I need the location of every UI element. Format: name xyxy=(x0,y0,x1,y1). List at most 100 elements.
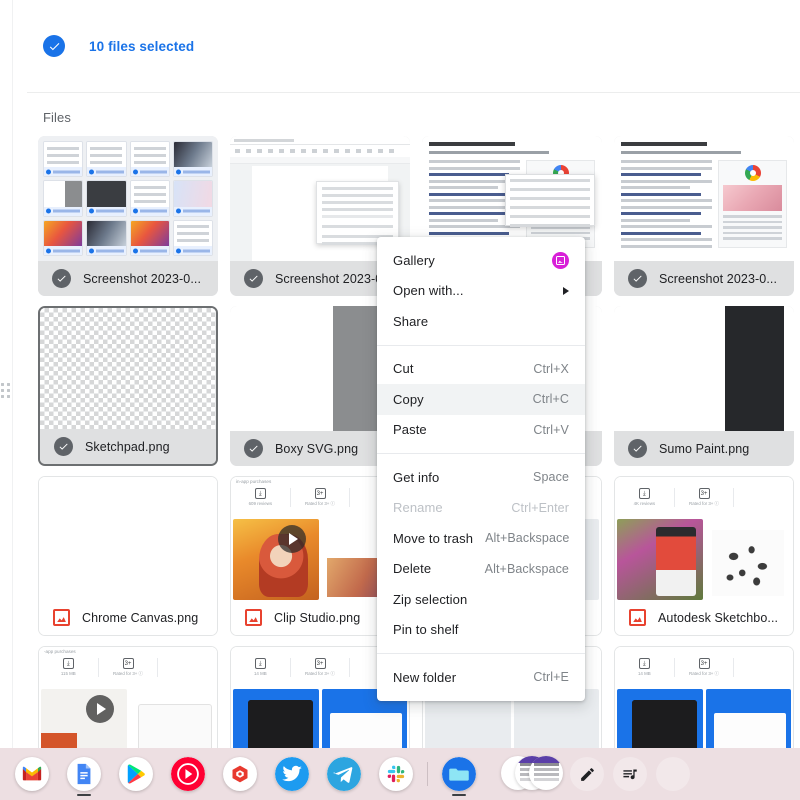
mosaic-tile xyxy=(130,220,170,256)
stat-extra xyxy=(733,658,793,677)
file-thumbnail[interactable]: ⤓ 4K reviews 3+ Rated for 3+ ⓘ xyxy=(615,477,793,600)
play-video-button[interactable] xyxy=(278,525,306,553)
menu-item-share[interactable]: Share xyxy=(377,306,585,337)
file-card[interactable]: Screenshot 2023-0... xyxy=(614,136,794,296)
menu-item-paste[interactable]: PasteCtrl+V xyxy=(377,415,585,446)
article-subtitle-bar xyxy=(621,151,741,154)
shelf-item-telegram[interactable] xyxy=(318,748,370,800)
stylus-pen-icon[interactable] xyxy=(570,757,604,791)
media-playlist-icon[interactable] xyxy=(613,757,647,791)
file-card[interactable]: Sketchpad.png xyxy=(38,306,218,466)
check-circle-icon[interactable] xyxy=(52,269,71,288)
file-name-label: Sumo Paint.png xyxy=(659,442,749,456)
shelf-app-list xyxy=(6,748,485,800)
file-name-label: Chrome Canvas.png xyxy=(82,611,198,625)
age-rating-icon: 3+ xyxy=(123,658,134,669)
article-infobox xyxy=(718,160,787,248)
shelf-item-red-hexagon[interactable] xyxy=(214,748,266,800)
files-app-glyph xyxy=(442,757,476,791)
checkmark-glyph xyxy=(632,273,643,284)
menu-item-copy[interactable]: CopyCtrl+C xyxy=(377,384,585,415)
article-title-bar xyxy=(429,142,515,146)
tray-overflow-button[interactable] xyxy=(656,757,690,791)
mosaic-tile xyxy=(86,141,126,177)
slack-icon[interactable] xyxy=(379,757,413,791)
checkmark-glyph xyxy=(56,273,67,284)
telegram-icon[interactable] xyxy=(327,757,361,791)
check-circle-icon[interactable] xyxy=(43,35,65,57)
file-card-footer: Sketchpad.png xyxy=(40,429,216,464)
check-circle-icon[interactable] xyxy=(244,269,263,288)
menu-item-label: Gallery xyxy=(393,253,544,268)
menu-separator xyxy=(377,453,585,454)
window-preview-thumb[interactable] xyxy=(529,756,563,790)
check-circle-icon[interactable] xyxy=(628,439,647,458)
shelf-item-twitter[interactable] xyxy=(266,748,318,800)
google-docs-icon[interactable] xyxy=(67,757,101,791)
file-card[interactable]: Sumo Paint.png xyxy=(614,306,794,466)
shelf-item-play-store[interactable] xyxy=(110,748,162,800)
article-screenshot-thumbnail xyxy=(614,136,794,261)
menu-item-shortcut: Alt+Backspace xyxy=(485,562,569,576)
doc-menubar xyxy=(230,136,410,145)
file-card-footer: Autodesk Sketchbo... xyxy=(615,600,793,635)
menu-item-move-to-trash[interactable]: Move to trashAlt+Backspace xyxy=(377,523,585,554)
file-name-label: Sketchpad.png xyxy=(85,440,170,454)
in-app-purchases-label: in-app purchases xyxy=(236,479,271,484)
shelf-item-youtube-music[interactable] xyxy=(162,748,214,800)
menu-item-zip-selection[interactable]: Zip selection xyxy=(377,584,585,615)
check-circle-icon[interactable] xyxy=(54,437,73,456)
menu-item-new-folder[interactable]: New folderCtrl+E xyxy=(377,662,585,693)
check-circle-icon[interactable] xyxy=(628,269,647,288)
selection-header: 10 files selected xyxy=(0,0,800,92)
shelf-tray xyxy=(497,756,672,792)
file-card[interactable]: Chrome Canvas.png xyxy=(38,476,218,636)
screenshot-mosaic-thumbnail xyxy=(38,136,218,261)
window-preview-stack[interactable] xyxy=(501,756,561,792)
stat-caption: Rated for 3+ ⓘ xyxy=(291,671,350,677)
file-name-label: Autodesk Sketchbo... xyxy=(658,611,778,625)
menu-item-gallery[interactable]: Gallery xyxy=(377,245,585,276)
menu-item-pin-to-shelf[interactable]: Pin to shelf xyxy=(377,615,585,646)
menu-item-label: Open with... xyxy=(393,283,555,298)
file-thumbnail[interactable] xyxy=(40,308,216,429)
gmail-icon[interactable] xyxy=(15,757,49,791)
menu-item-label: Delete xyxy=(393,561,473,576)
checkmark-glyph xyxy=(58,441,69,452)
mosaic-tile xyxy=(86,180,126,216)
menu-item-label: Cut xyxy=(393,361,521,376)
shelf-item-google-docs[interactable] xyxy=(58,748,110,800)
shelf-item-gmail[interactable] xyxy=(6,748,58,800)
play-video-button[interactable] xyxy=(86,695,114,723)
article-title-bar xyxy=(621,142,707,146)
grip-dot xyxy=(1,389,4,392)
check-circle-icon[interactable] xyxy=(244,439,263,458)
shelf-item-files[interactable] xyxy=(433,748,485,800)
file-thumbnail[interactable] xyxy=(614,136,794,261)
menu-item-cut[interactable]: CutCtrl+X xyxy=(377,354,585,385)
play-store-icon[interactable] xyxy=(119,757,153,791)
checkmark-glyph xyxy=(632,443,643,454)
shelf-item-slack[interactable] xyxy=(370,748,422,800)
twitter-icon[interactable] xyxy=(275,757,309,791)
menu-item-rename: RenameCtrl+Enter xyxy=(377,493,585,524)
youtube-music-icon[interactable] xyxy=(171,757,205,791)
play-store-listing-thumbnail: ⤓ 4K reviews 3+ Rated for 3+ ⓘ xyxy=(615,477,793,600)
file-thumbnail[interactable] xyxy=(614,306,794,431)
file-thumbnail[interactable] xyxy=(39,477,217,600)
grip-dot xyxy=(7,395,10,398)
menu-separator xyxy=(377,345,585,346)
file-card[interactable]: ⤓ 4K reviews 3+ Rated for 3+ ⓘ Autodesk … xyxy=(614,476,794,636)
files-app-window: 10 files selected Files Screenshot 2023-… xyxy=(0,0,800,800)
files-icon[interactable] xyxy=(442,757,476,791)
stat-extra xyxy=(157,658,217,677)
stat-downloads: ⤓ 14 MB xyxy=(615,658,674,677)
menu-item-get-info[interactable]: Get infoSpace xyxy=(377,462,585,493)
menu-item-delete[interactable]: Delete Alt+Backspace xyxy=(377,554,585,585)
file-card[interactable]: Screenshot 2023-0... xyxy=(38,136,218,296)
drag-handle[interactable] xyxy=(1,383,10,400)
file-thumbnail[interactable] xyxy=(38,136,218,261)
file-card-footer: Chrome Canvas.png xyxy=(39,600,217,635)
menu-item-open-with[interactable]: Open with... xyxy=(377,276,585,307)
red-hexagon-icon[interactable] xyxy=(223,757,257,791)
